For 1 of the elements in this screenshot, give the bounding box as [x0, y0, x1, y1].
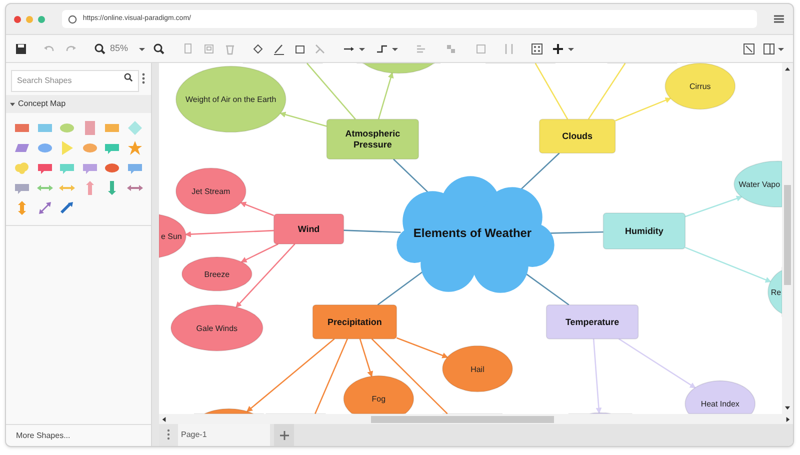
section-title: Concept Map [18, 98, 66, 110]
